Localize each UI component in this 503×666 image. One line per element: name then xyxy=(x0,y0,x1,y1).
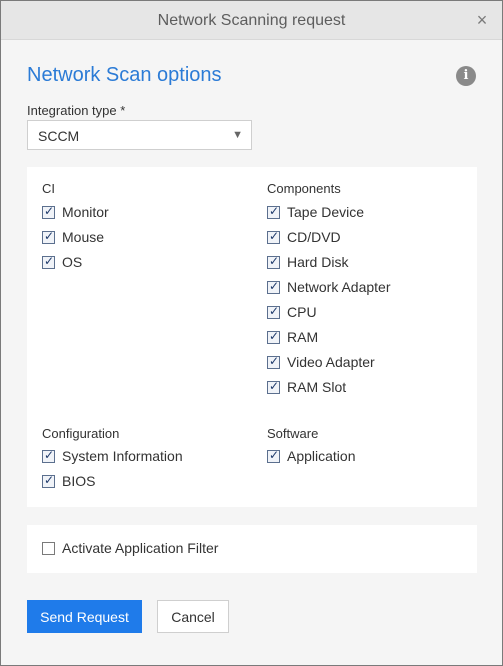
checkbox-label: BIOS xyxy=(62,473,96,489)
checkbox-label: OS xyxy=(62,254,83,270)
checkbox-box[interactable] xyxy=(267,254,280,269)
integration-type-label: Integration type * xyxy=(27,103,126,118)
checkbox-box[interactable] xyxy=(42,448,55,463)
checkbox-box[interactable] xyxy=(267,279,280,294)
checkbox-box[interactable] xyxy=(42,542,55,555)
checkbox-label: RAM xyxy=(287,329,319,345)
scan-options-panel: CI Monitor Mouse OS Components Tape Devi… xyxy=(27,167,477,507)
checkbox-label: Monitor xyxy=(62,204,109,220)
group-label-software: Software xyxy=(267,426,319,441)
checkbox-box[interactable] xyxy=(42,254,55,269)
checkbox-box[interactable] xyxy=(267,204,280,219)
group-label-components: Components xyxy=(267,181,341,196)
checkbox-box[interactable] xyxy=(42,473,55,488)
checkbox-box[interactable] xyxy=(267,379,280,394)
title-bar: Network Scanning request × xyxy=(1,1,502,40)
checkbox-label: Tape Device xyxy=(287,204,365,220)
checkbox-box[interactable] xyxy=(267,354,280,369)
checkbox-box[interactable] xyxy=(42,204,55,219)
checkbox-label: Hard Disk xyxy=(287,254,349,270)
checkbox-label: RAM Slot xyxy=(287,379,347,395)
checkbox-label: CPU xyxy=(287,304,317,320)
checkbox-label: Video Adapter xyxy=(287,354,375,370)
checkbox-box[interactable] xyxy=(267,229,280,244)
checkbox-box[interactable] xyxy=(42,229,55,244)
page-title: Network Scan options xyxy=(27,64,222,86)
checkbox-box[interactable] xyxy=(267,304,280,319)
cancel-button[interactable]: Cancel xyxy=(157,600,229,633)
checkbox-box[interactable] xyxy=(267,329,280,344)
group-label-configuration: Configuration xyxy=(42,426,120,441)
checkbox-label: CD/DVD xyxy=(287,229,341,245)
chevron-down-icon: ▼ xyxy=(232,129,243,141)
integration-type-value: SCCM xyxy=(38,128,80,144)
checkbox-label: Activate Application Filter xyxy=(62,540,219,556)
checkbox-box[interactable] xyxy=(267,448,280,463)
integration-type-select[interactable]: SCCM ▼ xyxy=(27,120,252,150)
application-filter-panel: Activate Application Filter xyxy=(27,525,477,573)
checkbox-label: Application xyxy=(287,448,356,464)
dialog-title: Network Scanning request xyxy=(157,12,346,29)
group-label-ci: CI xyxy=(42,181,55,196)
close-icon[interactable]: × xyxy=(472,9,492,31)
info-icon[interactable]: i xyxy=(456,66,476,86)
send-request-button[interactable]: Send Request xyxy=(27,600,142,633)
checkbox-label: Mouse xyxy=(62,229,105,245)
checkbox-label: Network Adapter xyxy=(287,279,391,295)
network-scanning-dialog: Network Scanning request × Network Scan … xyxy=(0,0,503,666)
checkbox-label: System Information xyxy=(62,448,183,464)
